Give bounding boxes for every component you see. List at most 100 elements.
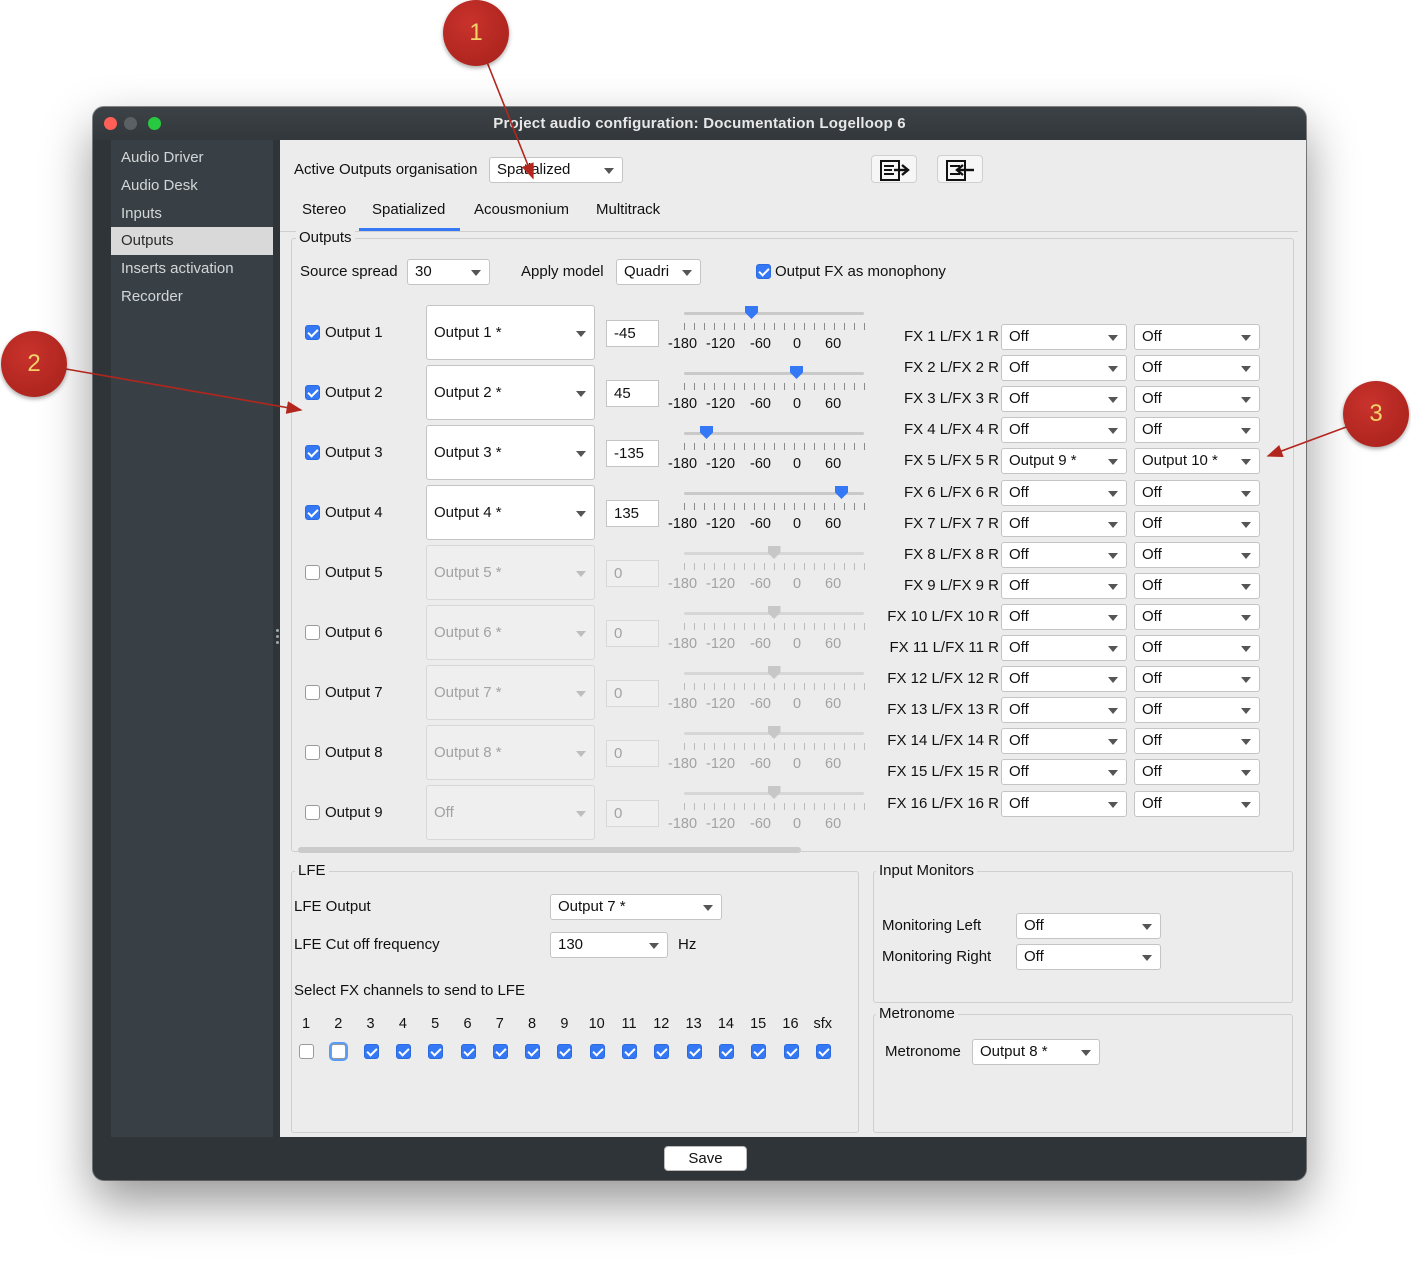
- output-enable-checkbox[interactable]: [305, 685, 320, 700]
- output-routing-select[interactable]: Output 7 *: [426, 665, 595, 720]
- fx-right-select[interactable]: Off: [1134, 479, 1260, 506]
- output-routing-select[interactable]: Off: [426, 785, 595, 840]
- output-routing-select[interactable]: Output 3 *: [426, 425, 595, 480]
- output-enable-checkbox[interactable]: [305, 745, 320, 760]
- output-enable-checkbox[interactable]: [305, 625, 320, 640]
- fx-left-select[interactable]: Off: [1001, 666, 1127, 693]
- output-angle-input[interactable]: 135: [606, 500, 659, 527]
- fx-right-select[interactable]: Off: [1134, 510, 1260, 537]
- output-enable-checkbox[interactable]: [305, 385, 320, 400]
- output-angle-input[interactable]: 0: [606, 800, 659, 827]
- lfe-channel-checkbox[interactable]: [331, 1044, 347, 1059]
- tab-stereo[interactable]: Stereo: [302, 200, 346, 220]
- fx-left-select[interactable]: Off: [1001, 355, 1127, 382]
- output-routing-select[interactable]: Output 5 *: [426, 545, 595, 600]
- sidebar-item-inserts-activation[interactable]: Inserts activation: [111, 255, 273, 283]
- output-angle-input[interactable]: -45: [606, 320, 659, 347]
- close-window-button[interactable]: [104, 117, 117, 130]
- fx-left-select[interactable]: Off: [1001, 417, 1127, 444]
- output-routing-select[interactable]: Output 1 *: [426, 305, 595, 360]
- fx-right-select[interactable]: Off: [1134, 759, 1260, 786]
- lfe-channel-checkbox[interactable]: [557, 1044, 573, 1059]
- sidebar-item-inputs[interactable]: Inputs: [111, 200, 273, 228]
- export-config-button[interactable]: [871, 155, 917, 183]
- output-enable-checkbox[interactable]: [305, 805, 320, 820]
- zoom-window-button[interactable]: [148, 117, 161, 130]
- fx-left-select[interactable]: Off: [1001, 572, 1127, 599]
- lfe-channel-checkbox[interactable]: [299, 1044, 314, 1059]
- fx-left-select[interactable]: Off: [1001, 635, 1127, 661]
- import-config-button[interactable]: [937, 155, 983, 183]
- fx-right-select[interactable]: Off: [1134, 603, 1260, 630]
- apply-model-select[interactable]: Quadri: [616, 259, 701, 285]
- lfe-channel-checkbox[interactable]: [815, 1044, 831, 1059]
- organisation-select[interactable]: Spatialized: [489, 157, 623, 183]
- sidebar-item-outputs[interactable]: Outputs: [111, 227, 273, 256]
- output-routing-select[interactable]: Output 6 *: [426, 605, 595, 660]
- output-enable-checkbox[interactable]: [305, 505, 320, 520]
- source-spread-select[interactable]: 30: [407, 259, 490, 285]
- fx-right-select[interactable]: Off: [1134, 666, 1260, 693]
- sidebar-item-recorder[interactable]: Recorder: [111, 283, 273, 311]
- lfe-channel-checkbox[interactable]: [783, 1044, 799, 1059]
- fx-right-select[interactable]: Off: [1134, 324, 1260, 350]
- outputs-horizontal-scrollbar[interactable]: [298, 847, 801, 853]
- lfe-channel-checkbox[interactable]: [492, 1044, 508, 1059]
- output-angle-slider-track[interactable]: [684, 372, 864, 375]
- fx-right-select[interactable]: Off: [1134, 728, 1260, 755]
- lfe-channel-checkbox[interactable]: [654, 1044, 670, 1059]
- fx-right-select[interactable]: Off: [1134, 355, 1260, 382]
- lfe-channel-checkbox[interactable]: [686, 1044, 702, 1059]
- monitoring-right-select[interactable]: Off: [1016, 944, 1161, 970]
- output-enable-checkbox[interactable]: [305, 565, 320, 580]
- fx-left-select[interactable]: Output 9 *: [1001, 448, 1127, 475]
- lfe-channel-checkbox[interactable]: [460, 1044, 476, 1059]
- lfe-channel-checkbox[interactable]: [525, 1044, 541, 1059]
- lfe-channel-checkbox[interactable]: [395, 1044, 411, 1059]
- fx-right-select[interactable]: Off: [1134, 572, 1260, 599]
- sidebar-item-audio-driver[interactable]: Audio Driver: [111, 144, 273, 172]
- output-routing-select[interactable]: Output 8 *: [426, 725, 595, 780]
- fx-left-select[interactable]: Off: [1001, 759, 1127, 786]
- save-button[interactable]: Save: [664, 1146, 747, 1171]
- tab-multitrack[interactable]: Multitrack: [596, 200, 660, 220]
- output-angle-input[interactable]: 45: [606, 380, 659, 407]
- output-enable-checkbox[interactable]: [305, 325, 320, 340]
- lfe-channel-checkbox[interactable]: [622, 1044, 637, 1059]
- fx-left-select[interactable]: Off: [1001, 324, 1127, 350]
- output-angle-input[interactable]: 0: [606, 620, 659, 647]
- fx-left-select[interactable]: Off: [1001, 541, 1127, 568]
- metronome-select[interactable]: Output 8 *: [972, 1039, 1100, 1065]
- output-angle-input[interactable]: -135: [606, 440, 659, 467]
- lfe-channel-checkbox[interactable]: [718, 1044, 734, 1059]
- fx-right-select[interactable]: Off: [1134, 635, 1260, 661]
- output-routing-select[interactable]: Output 4 *: [426, 485, 595, 540]
- tab-acousmonium[interactable]: Acousmonium: [474, 200, 569, 220]
- fx-right-select[interactable]: Off: [1134, 790, 1260, 817]
- fx-right-select[interactable]: Off: [1134, 541, 1260, 568]
- fx-left-select[interactable]: Off: [1001, 728, 1127, 755]
- lfe-channel-checkbox[interactable]: [751, 1044, 767, 1059]
- monitoring-left-select[interactable]: Off: [1016, 913, 1161, 939]
- lfe-cutoff-select[interactable]: 130: [550, 932, 668, 958]
- fx-left-select[interactable]: Off: [1001, 790, 1127, 817]
- minimize-window-button[interactable]: [124, 117, 137, 130]
- output-angle-input[interactable]: 0: [606, 680, 659, 707]
- fx-mono-checkbox[interactable]: [756, 264, 771, 279]
- fx-left-select[interactable]: Off: [1001, 386, 1127, 413]
- lfe-channel-checkbox[interactable]: [363, 1044, 379, 1059]
- output-angle-slider-track[interactable]: [684, 312, 864, 315]
- fx-left-select[interactable]: Off: [1001, 479, 1127, 506]
- fx-right-select[interactable]: Output 10 *: [1134, 448, 1260, 475]
- output-routing-select[interactable]: Output 2 *: [426, 365, 595, 420]
- fx-left-select[interactable]: Off: [1001, 697, 1127, 724]
- tab-spatialized[interactable]: Spatialized: [372, 200, 445, 220]
- lfe-channel-checkbox[interactable]: [428, 1044, 444, 1059]
- lfe-channel-checkbox[interactable]: [589, 1044, 605, 1059]
- lfe-output-select[interactable]: Output 7 *: [550, 894, 722, 920]
- output-angle-input[interactable]: 0: [606, 560, 659, 587]
- sidebar-item-audio-desk[interactable]: Audio Desk: [111, 172, 273, 200]
- output-angle-input[interactable]: 0: [606, 740, 659, 767]
- fx-right-select[interactable]: Off: [1134, 417, 1260, 444]
- fx-right-select[interactable]: Off: [1134, 697, 1260, 724]
